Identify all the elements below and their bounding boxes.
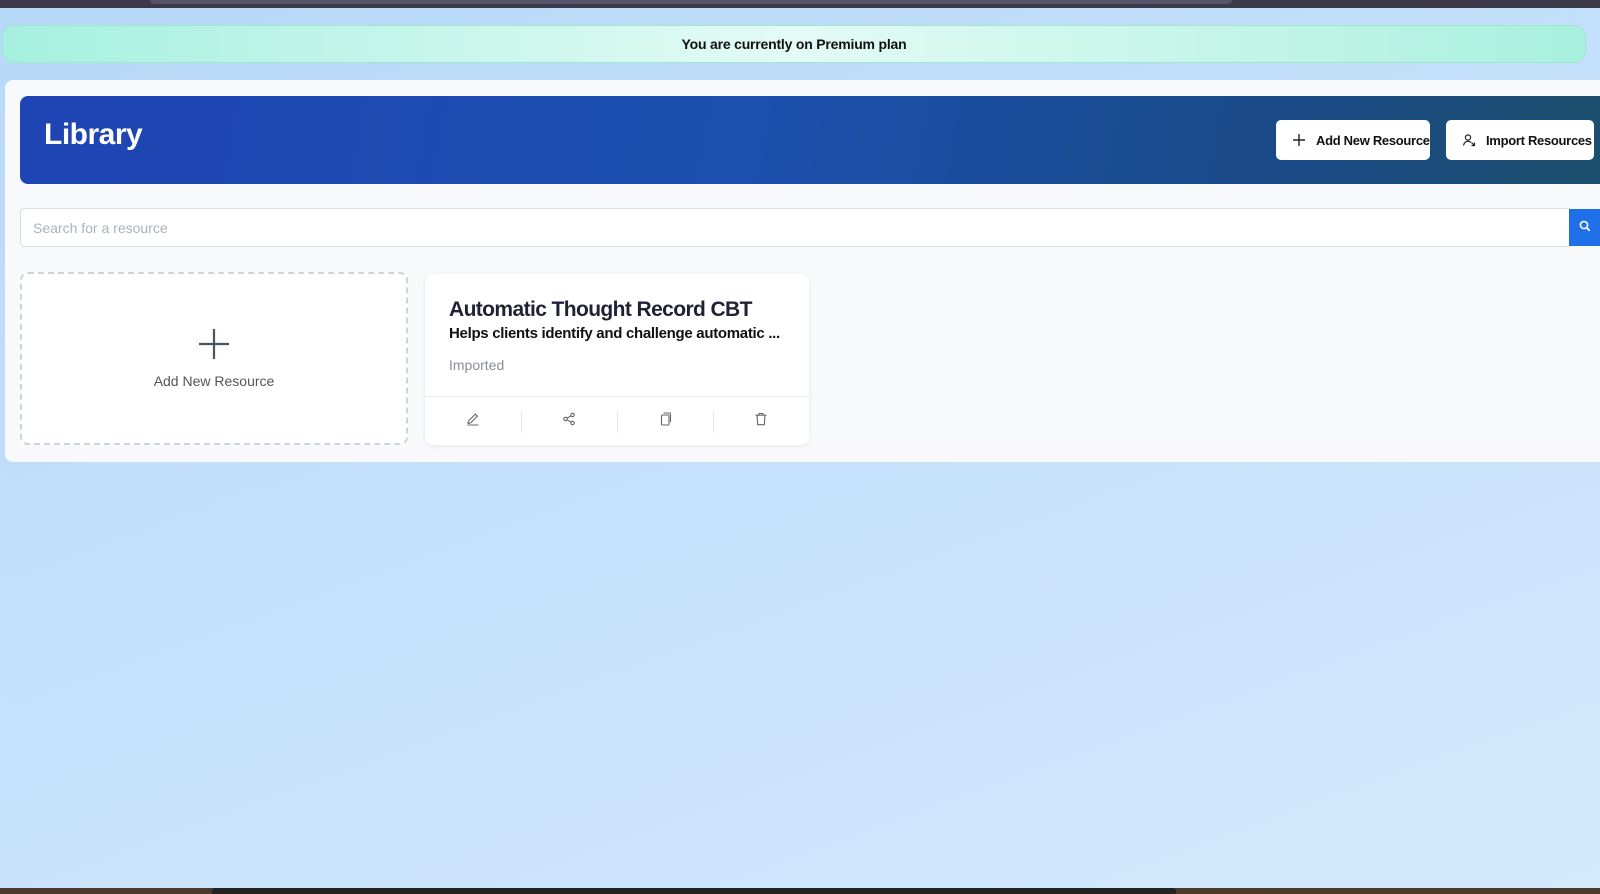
resource-description: Helps clients identify and challenge aut… — [449, 325, 780, 342]
plan-banner-text: You are currently on Premium plan — [681, 36, 907, 52]
library-header: Library Add New Resource Import Resource… — [20, 96, 1600, 184]
add-new-resource-card[interactable]: Add New Resource — [20, 272, 408, 445]
plan-banner: You are currently on Premium plan — [2, 25, 1586, 63]
resource-actions — [425, 397, 809, 445]
add-new-resource-button[interactable]: Add New Resource — [1276, 120, 1430, 160]
search-icon — [1579, 219, 1591, 237]
page-title: Library — [44, 118, 143, 151]
share-button[interactable] — [521, 397, 617, 445]
plus-icon — [1292, 133, 1306, 147]
edit-icon — [466, 412, 480, 431]
delete-button[interactable] — [713, 397, 809, 445]
taskbar — [0, 888, 1600, 894]
delete-icon — [754, 412, 768, 431]
add-new-resource-label: Add New Resource — [1316, 132, 1430, 148]
import-resources-button[interactable]: Import Resources — [1446, 120, 1594, 160]
copy-button[interactable] — [617, 397, 713, 445]
browser-tab-strip — [150, 0, 1232, 4]
share-icon — [562, 412, 576, 431]
plus-icon — [198, 328, 230, 365]
copy-icon — [658, 411, 672, 431]
browser-top-bar — [0, 0, 1600, 8]
import-resources-label: Import Resources — [1486, 132, 1592, 148]
search-bar — [20, 208, 1600, 247]
edit-button[interactable] — [425, 397, 521, 445]
taskbar-center — [212, 888, 1176, 894]
add-new-resource-card-label: Add New Resource — [153, 373, 275, 389]
resource-card[interactable]: Automatic Thought Record CBT Helps clien… — [425, 274, 809, 445]
resource-title: Automatic Thought Record CBT — [449, 298, 752, 321]
user-import-icon — [1462, 133, 1476, 147]
search-button[interactable] — [1569, 209, 1600, 246]
resource-status: Imported — [449, 357, 505, 373]
search-input[interactable] — [20, 208, 1570, 247]
